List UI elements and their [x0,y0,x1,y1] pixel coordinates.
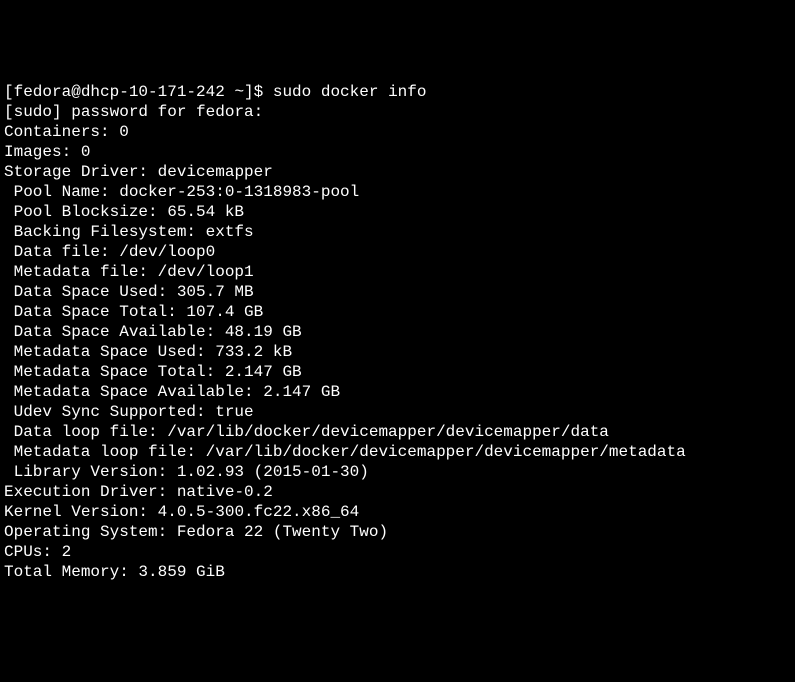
output-line: Metadata Space Used: 733.2 kB [4,342,791,362]
sudo-prompt: [sudo] password for fedora: [4,102,791,122]
output-line: Data Space Available: 48.19 GB [4,322,791,342]
output-line: Data Space Total: 107.4 GB [4,302,791,322]
output-line: Kernel Version: 4.0.5-300.fc22.x86_64 [4,502,791,522]
output-line: Data loop file: /var/lib/docker/devicema… [4,422,791,442]
output-line: Total Memory: 3.859 GiB [4,562,791,582]
output-line: Metadata Space Available: 2.147 GB [4,382,791,402]
output-line: Udev Sync Supported: true [4,402,791,422]
output-line: Execution Driver: native-0.2 [4,482,791,502]
terminal-output[interactable]: [fedora@dhcp-10-171-242 ~]$ sudo docker … [4,82,791,582]
output-line: Containers: 0 [4,122,791,142]
prompt-line: [fedora@dhcp-10-171-242 ~]$ sudo docker … [4,82,791,102]
output-line: Storage Driver: devicemapper [4,162,791,182]
output-line: Metadata file: /dev/loop1 [4,262,791,282]
output-line: Pool Blocksize: 65.54 kB [4,202,791,222]
output-line: Pool Name: docker-253:0-1318983-pool [4,182,791,202]
output-line: CPUs: 2 [4,542,791,562]
output-line: Metadata loop file: /var/lib/docker/devi… [4,442,791,462]
output-line: Data Space Used: 305.7 MB [4,282,791,302]
output-line: Images: 0 [4,142,791,162]
output-line: Library Version: 1.02.93 (2015-01-30) [4,462,791,482]
output-line: Operating System: Fedora 22 (Twenty Two) [4,522,791,542]
output-line: Backing Filesystem: extfs [4,222,791,242]
output-line: Metadata Space Total: 2.147 GB [4,362,791,382]
output-line: Data file: /dev/loop0 [4,242,791,262]
